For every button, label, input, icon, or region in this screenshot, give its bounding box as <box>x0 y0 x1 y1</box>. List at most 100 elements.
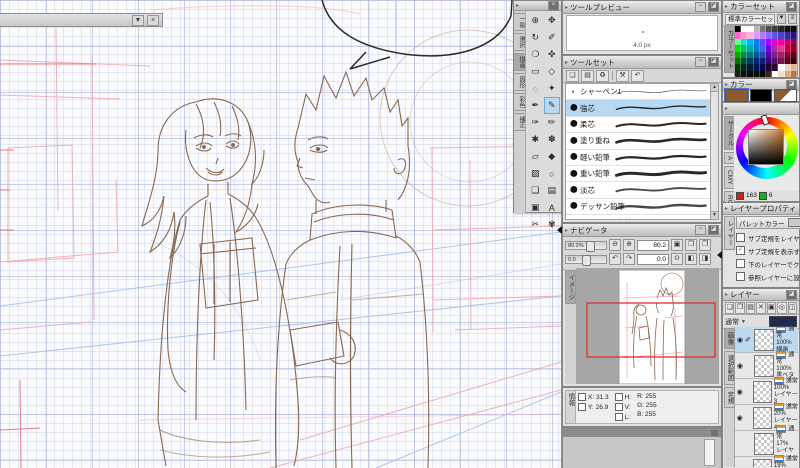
layer-thumbnail[interactable] <box>754 354 775 377</box>
toolbox-titlebar[interactable]: ▸ × <box>514 0 561 11</box>
layers-tab-選択範囲[interactable]: 選択範囲 <box>724 351 735 385</box>
scroll-down-icon[interactable]: ▼ <box>711 211 718 219</box>
toolbox-tab-図形[interactable]: 図形 <box>514 73 525 91</box>
text-tool[interactable]: A <box>544 199 561 216</box>
undo-icon[interactable]: ↶ <box>631 69 644 82</box>
dock-button[interactable]: ◪ <box>786 289 797 300</box>
new-folder-icon[interactable]: ▤ <box>745 301 756 314</box>
brush-item[interactable]: ● デッサン鉛筆 <box>566 197 711 216</box>
primary-color-swatch[interactable] <box>724 88 749 103</box>
layer-properties-titlebar[interactable]: ▸ レイヤープロパティ <box>723 203 799 215</box>
image-tool[interactable]: ▣ <box>527 199 544 216</box>
scissors-tool[interactable]: ✂ <box>527 216 544 233</box>
rect-select-tool[interactable]: ▭ <box>527 63 544 80</box>
brush-item[interactable]: ● 重い鉛筆 <box>566 165 711 183</box>
mask-icon[interactable]: ◫ <box>787 301 797 314</box>
zoom-in-icon[interactable]: ⊕ <box>623 239 635 251</box>
dock-button[interactable]: ◪ <box>786 79 797 90</box>
drawing-canvas[interactable]: ▼ × <box>0 0 561 468</box>
fill-tool[interactable]: ◆ <box>544 148 561 165</box>
duplicate-layer-icon[interactable]: ❐ <box>735 301 745 314</box>
pen-tool[interactable]: ✒ <box>527 97 544 114</box>
rotation-value-field[interactable] <box>637 253 669 265</box>
zoom-value-field[interactable] <box>637 239 669 251</box>
layer-row[interactable]: ◉ 通常19%レイヤー 5 <box>735 454 798 468</box>
zoom-slider-thumb[interactable] <box>586 240 595 252</box>
polyline-select-tool[interactable]: ◇ <box>544 63 561 80</box>
toolbox-tab-選択[interactable]: 選択 <box>514 33 525 51</box>
rotate-ccw-icon[interactable]: ↶ <box>609 253 621 265</box>
brush-item[interactable]: ● 塗り重ね <box>566 132 711 150</box>
move-tool[interactable]: ✜ <box>544 46 561 63</box>
actual-size-icon[interactable]: ▣ <box>671 239 683 251</box>
brush-list-scrollbar[interactable]: ▲ ▼ <box>710 83 719 220</box>
collapsed-panel-titlebar[interactable] <box>563 428 721 437</box>
color-set-dropdown[interactable]: 標準カラーセット <box>725 13 775 25</box>
color-swatch[interactable] <box>790 70 797 78</box>
dock-button[interactable]: ◪ <box>786 1 797 12</box>
layers-tab-画像[interactable]: 画像 <box>724 328 735 349</box>
brush-item[interactable]: ● 強芯 <box>566 99 711 117</box>
magic-wand-tool[interactable]: ✦ <box>544 80 561 97</box>
tool-set-titlebar[interactable]: ▸ ツールセット − ◪ <box>563 56 721 69</box>
visibility-eye-icon[interactable]: ◉ <box>735 336 745 344</box>
delete-layer-icon[interactable]: ✕ <box>756 301 766 314</box>
layers-tab-定規[interactable]: 定規 <box>724 387 735 408</box>
wrench-icon[interactable]: ⚒ <box>616 69 629 82</box>
menu-icon[interactable]: ≡ <box>788 14 797 24</box>
navigator-image-tab[interactable]: イメージ <box>565 270 576 304</box>
airbrush-tool[interactable]: ✱ <box>527 131 544 148</box>
trash-icon[interactable]: ♻ <box>596 69 609 82</box>
dropdown-arrow-icon[interactable]: ▼ <box>777 14 786 24</box>
canvas-mini-titlebar[interactable]: ▼ × <box>0 13 163 27</box>
layer-row[interactable]: ◉ 通常 100% 黒ベタ <box>735 350 798 379</box>
checkbox[interactable] <box>736 259 745 268</box>
brush-item[interactable]: ●キャンバス鉛筆 <box>566 214 711 219</box>
pattern-tool[interactable]: ▤ <box>544 182 561 199</box>
vertical-scrollbar[interactable] <box>704 439 715 466</box>
visibility-eye-icon[interactable]: ◉ <box>735 466 744 468</box>
flip-vertical-icon[interactable]: ◨ <box>699 253 711 265</box>
visibility-eye-icon[interactable]: ◉ <box>735 388 744 396</box>
new-layer-icon[interactable]: ❏ <box>725 301 735 314</box>
layer-thumbnail[interactable] <box>752 406 772 429</box>
zoom-out-icon[interactable]: ⊖ <box>609 239 621 251</box>
minimize-button[interactable]: − <box>695 2 706 12</box>
zoom-slider[interactable]: 80.2% <box>565 240 607 252</box>
toolbox-tab-一般[interactable]: 一般 <box>514 13 525 31</box>
minimize-button[interactable]: − <box>695 225 706 235</box>
tool-preview-titlebar[interactable]: ▸ ツールプレビュー − ◪ <box>563 1 721 14</box>
brush-item[interactable]: ● 淡芯 <box>566 181 711 199</box>
fit-screen-icon[interactable]: ❒ <box>699 239 711 251</box>
navigator-preview[interactable] <box>577 268 719 384</box>
folder-icon[interactable]: ▤ <box>581 69 594 82</box>
marker-tool[interactable]: ✑ <box>527 114 544 131</box>
visibility-eye-icon[interactable]: ◉ <box>735 414 744 422</box>
eraser-tool[interactable]: ▱ <box>527 148 544 165</box>
color-set-titlebar[interactable]: ▸ カラーセット ◪ <box>723 1 799 13</box>
blend-dropdown-icon[interactable]: ▼ <box>741 319 746 325</box>
hand-tool[interactable]: ✥ <box>544 12 561 29</box>
brush-item[interactable]: · シャーペン1 <box>566 84 711 101</box>
layers-titlebar[interactable]: ▸ レイヤー ◪ <box>723 289 799 301</box>
layer-thumbnail[interactable] <box>752 458 772 467</box>
layer-row[interactable]: ◉✐通常100%線画 <box>735 327 798 353</box>
brush-tool[interactable]: ✏ <box>544 114 561 131</box>
pencil-tool[interactable]: ✎ <box>543 97 560 114</box>
rotation-slider[interactable]: 0.0 <box>565 254 607 266</box>
toolbox-close-icon[interactable]: × <box>548 0 559 11</box>
saturation-value-box[interactable] <box>748 129 784 165</box>
color-wheel-titlebar[interactable]: ▸ <box>723 103 799 115</box>
collapsed-panel-icon[interactable] <box>710 428 719 437</box>
layer-row[interactable]: 通常17%レイヤー <box>735 425 798 461</box>
zoom-tool[interactable]: ⊕ <box>527 12 544 29</box>
eyedropper-tool[interactable]: ✐ <box>544 29 561 46</box>
minimize-button[interactable]: − <box>695 57 706 67</box>
watercolor-tool[interactable]: ✽ <box>544 131 561 148</box>
visibility-eye-icon[interactable]: ◉ <box>735 362 745 370</box>
scroll-up-icon[interactable]: ▲ <box>711 84 718 92</box>
toolbox-tab-補正[interactable]: 補正 <box>514 113 525 131</box>
camera-icon[interactable]: ▣ <box>766 301 777 314</box>
reset-rotation-icon[interactable]: ⊙ <box>671 253 683 265</box>
opacity-slider[interactable] <box>769 316 797 327</box>
